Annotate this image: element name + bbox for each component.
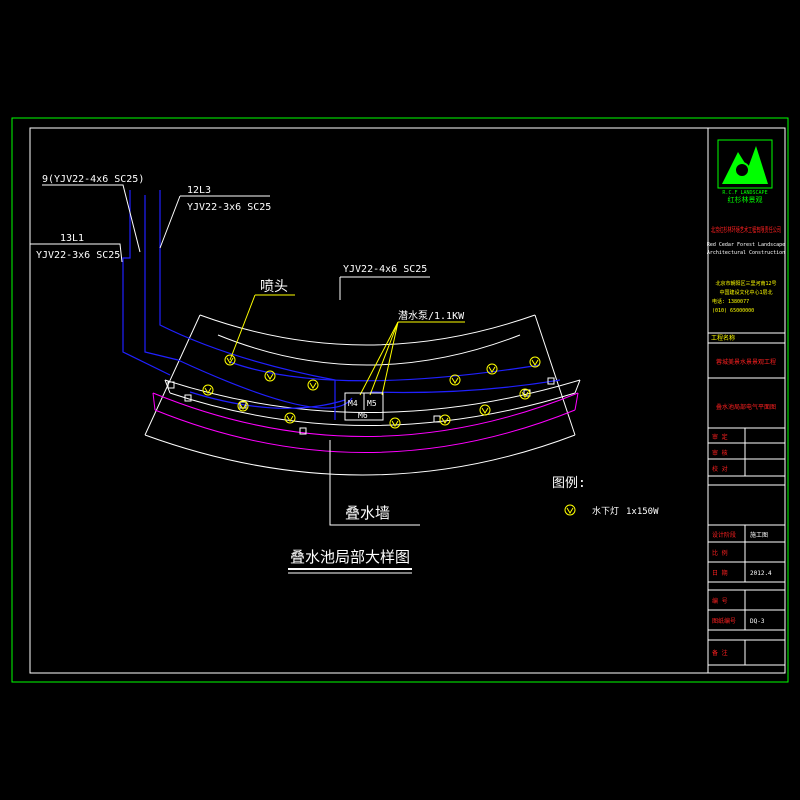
underwater-light-icon [439, 414, 451, 426]
company-name-en-2: Architectural Construction [707, 250, 785, 256]
underwater-light-icon [389, 417, 401, 429]
company-name-cn: 北京红杉林环境艺术工程有限责任公司 [711, 225, 781, 234]
underwater-light-icon [284, 412, 296, 424]
company-fax: (010) 65000000 [712, 308, 754, 314]
svg-text:红杉林景观: 红杉林景观 [728, 195, 763, 204]
company-address-1: 北京市朝阳区三里河南12号 [715, 280, 776, 287]
row-value: 施工图 [750, 531, 768, 539]
row-label: 审 核 [712, 449, 728, 457]
legend-heading: 图例: [552, 476, 586, 491]
underwater-light-icon [529, 356, 541, 368]
project-header: 工程名称 [711, 334, 735, 342]
pump-box: M4 M5 M6 [344, 392, 384, 421]
cable-runs [122, 190, 561, 420]
box-m6: M6 [358, 411, 368, 420]
cable-label-12-id: 12L3 [187, 185, 211, 196]
underwater-light-icon [479, 404, 491, 416]
row-label: 审 定 [712, 433, 728, 441]
box-m5: M5 [367, 399, 377, 408]
company-tel: 电话: 1380077 [712, 298, 749, 305]
cad-drawing: R.C.F LANDSCAPE 红杉林景观 北京红杉林环境艺术工程有限责任公司 … [11, 117, 789, 683]
cable-label-main: YJV22-4x6 SC25 [343, 264, 427, 275]
wall-label: 叠水墙 [345, 504, 390, 522]
row-label: 设计阶段 [712, 531, 736, 539]
legend-item-label: 水下灯 [592, 505, 619, 517]
legend-light-icon [564, 504, 576, 516]
company-name-en-1: Red Cedar Forest Landscape [707, 242, 785, 248]
cable-label-12-spec: YJV22-3x6 SC25 [187, 202, 271, 213]
box-m4: M4 [348, 399, 358, 408]
row-label: 校 对 [712, 465, 728, 473]
row-label: 比 例 [712, 549, 728, 557]
legend: 图例: 水下灯 1x150W [552, 476, 659, 517]
legend-item-spec: 1x150W [626, 507, 659, 517]
nozzle-label: 喷头 [260, 279, 288, 295]
cable-label-13-id: 13L1 [60, 233, 84, 244]
row-label: 日 期 [712, 569, 728, 577]
company-address-2: 中国建设文化中心1层北 [719, 289, 772, 296]
project-name: 蓉城美景水景景观工程 [716, 358, 776, 366]
drawing-name: 叠水池局部电气平面图 [716, 403, 776, 411]
cable-label-9: 9(YJV22-4x6 SC25) [42, 174, 144, 185]
title-block: R.C.F LANDSCAPE 红杉林景观 北京红杉林环境艺术工程有限责任公司 … [707, 127, 786, 674]
row-label: 编 号 [712, 597, 728, 605]
drawing-border [29, 127, 786, 674]
row-label: 图纸编号 [712, 617, 736, 625]
company-logo: R.C.F LANDSCAPE 红杉林景观 [717, 139, 773, 204]
cable-label-13-spec: YJV22-3x6 SC25 [36, 250, 120, 261]
row-value: DQ-3 [750, 618, 765, 625]
underwater-light-icon [486, 363, 498, 375]
pump-label: 潜水泵/1.1KW [398, 309, 465, 322]
outer-frame [11, 117, 789, 683]
drawing-title: 叠水池局部大样图 [290, 548, 410, 566]
row-label: 备 注 [712, 649, 728, 657]
underwater-light-icon [202, 384, 214, 396]
underwater-light-icon [307, 379, 319, 391]
row-value: 2012.4 [750, 570, 772, 577]
